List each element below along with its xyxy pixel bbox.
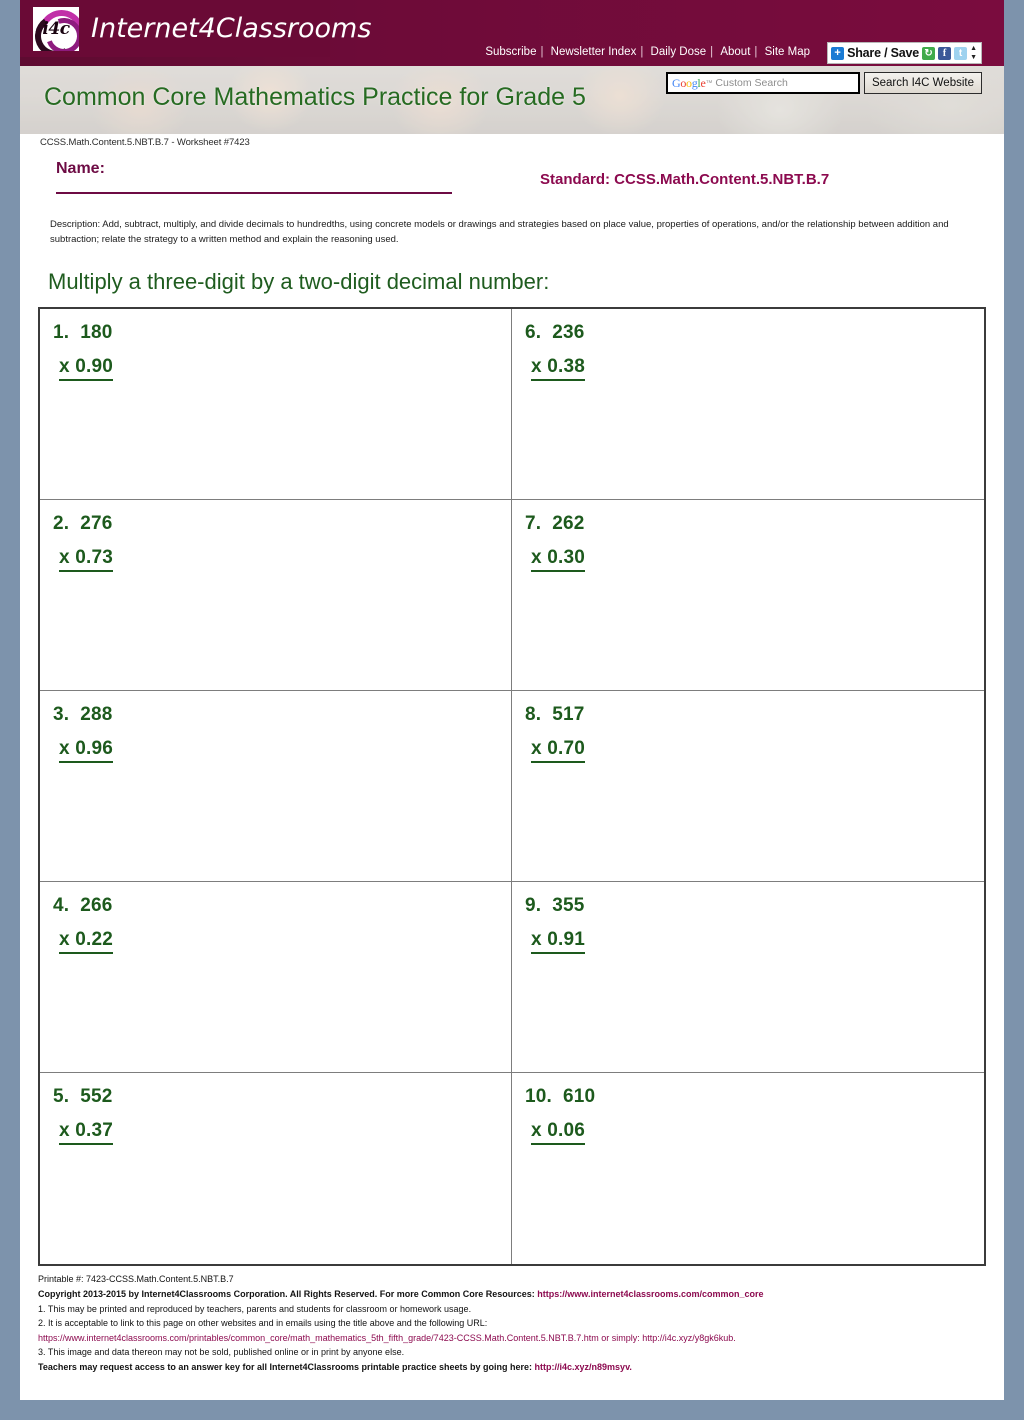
standard-label: Standard: CCSS.Math.Content.5.NBT.B.7 (540, 171, 830, 188)
instruction-heading: Multiply a three-digit by a two-digit de… (48, 269, 550, 295)
search-input[interactable]: Google ™ Custom Search (665, 72, 860, 94)
twitter-icon[interactable]: t (954, 46, 968, 60)
problem-cell-3: 3. 288 x 0.96 (40, 691, 512, 883)
footer-note-2: 2. It is acceptable to link to this page… (38, 1318, 488, 1329)
problem-bottom-line: x 0.30 (531, 547, 586, 573)
problem-cell-1: 1. 180 x 0.90 (40, 309, 512, 501)
standard-description: Description: Add, subtract, multiply, an… (50, 219, 949, 245)
brand-name: Internet4Classrooms (91, 13, 372, 44)
nav-item-site-map[interactable]: Site Map (763, 46, 812, 58)
google-logo-icon: Google (671, 75, 706, 90)
nav-item-about[interactable]: About (718, 46, 752, 58)
search-placeholder: Custom Search (715, 77, 788, 89)
answer-key-link[interactable]: http://i4c.xyz/n89msyv. (535, 1362, 632, 1372)
nav-item-subscribe[interactable]: Subscribe (483, 46, 538, 58)
page-banner: Common Core Mathematics Practice for Gra… (20, 66, 1004, 134)
problem-top-line: 3. 288 (53, 704, 113, 726)
problem-bottom-line: x 0.38 (531, 356, 586, 382)
chevron-down-icon: ▼ (970, 54, 977, 61)
problem-top-line: 10. 610 (525, 1086, 596, 1108)
problem-top-line: 8. 517 (525, 704, 585, 726)
problem-top-line: 9. 355 (525, 895, 585, 917)
chevron-up-icon: ▲ (970, 45, 977, 52)
problem-top-line: 1. 180 (53, 322, 113, 344)
logo-text: i4c (42, 18, 70, 39)
i4c-logo-icon: i4c (33, 6, 79, 51)
nav-separator: | (540, 46, 544, 58)
name-write-line[interactable] (56, 192, 452, 194)
nav-separator: | (640, 46, 644, 58)
problem-cell-4: 4. 266 x 0.22 (40, 882, 512, 1074)
problem-cell-10: 10. 610 x 0.06 (512, 1073, 984, 1264)
problems-grid: 1. 180 x 0.90 6. 236 x 0.38 2. 276 x 0.7… (38, 307, 986, 1267)
answer-key-line: Teachers may request access to an answer… (38, 1360, 986, 1375)
page-footer: Printable #: 7423-CCSS.Math.Content.5.NB… (38, 1272, 986, 1374)
problem-cell-7: 7. 262 x 0.30 (512, 500, 984, 692)
facebook-icon[interactable]: f (938, 46, 952, 60)
problem-bottom-line: x 0.96 (59, 738, 114, 764)
copyright-line: Copyright 2013-2015 by Internet4Classroo… (38, 1287, 986, 1302)
problem-bottom-line: x 0.70 (531, 738, 586, 764)
common-core-link[interactable]: https://www.internet4classrooms.com/comm… (537, 1289, 763, 1299)
page-title: Common Core Mathematics Practice for Gra… (44, 83, 586, 111)
name-label: Name: (56, 160, 105, 177)
search-button[interactable]: Search I4C Website (863, 72, 982, 94)
problem-top-line: 6. 236 (525, 322, 585, 344)
problem-bottom-line: x 0.90 (59, 356, 114, 382)
trademark-symbol: ™ (705, 79, 713, 87)
site-header: i4c Internet4Classrooms Subscribe | Newsl… (20, 0, 1004, 66)
printable-id: Printable #: 7423-CCSS.Math.Content.5.NB… (38, 1274, 234, 1285)
problem-top-line: 2. 276 (53, 513, 113, 535)
footer-note-3: 3. This image and data thereon may not b… (38, 1347, 405, 1358)
top-navigation: Subscribe | Newsletter Index | Daily Dose |… (483, 46, 812, 58)
share-save-label: Share / Save (847, 46, 920, 60)
problem-bottom-line: x 0.91 (531, 929, 586, 955)
nav-item-newsletter-index[interactable]: Newsletter Index (549, 46, 639, 58)
search-area: Google ™ Custom Search Search I4C Website (665, 72, 982, 94)
share-more-icon[interactable]: ▲ ▼ (970, 44, 977, 62)
name-standard-row: Name: Standard: CCSS.Math.Content.5.NBT.… (20, 156, 1004, 210)
problem-bottom-line: x 0.37 (59, 1120, 114, 1146)
nav-separator: | (754, 46, 758, 58)
share-save-widget[interactable]: + Share / Save ↻ f t ▲ ▼ (827, 42, 982, 64)
worksheet-page: i4c Internet4Classrooms Subscribe | Newsl… (20, 0, 1004, 1400)
nav-item-daily-dose[interactable]: Daily Dose (649, 46, 709, 58)
problem-cell-6: 6. 236 x 0.38 (512, 309, 984, 501)
recycle-icon[interactable]: ↻ (922, 46, 936, 60)
problem-top-line: 5. 552 (53, 1086, 113, 1108)
footer-note-1: 1. This may be printed and reproduced by… (38, 1303, 472, 1314)
answer-key-text: Teachers may request access to an answer… (38, 1361, 535, 1372)
brand-block[interactable]: i4c Internet4Classrooms (20, 0, 371, 57)
problem-bottom-line: x 0.73 (59, 547, 114, 573)
problem-cell-9: 9. 355 x 0.91 (512, 882, 984, 1074)
copyright-text: Copyright 2013-2015 by Internet4Classroo… (38, 1289, 538, 1300)
problem-bottom-line: x 0.06 (531, 1120, 586, 1146)
worksheet-id: CCSS.Math.Content.5.NBT.B.7 - Worksheet … (40, 137, 250, 148)
problem-top-line: 4. 266 (53, 895, 113, 917)
share-plus-icon[interactable]: + (831, 46, 845, 60)
problem-cell-5: 5. 552 x 0.37 (40, 1073, 512, 1265)
problem-top-line: 7. 262 (525, 513, 585, 535)
problem-cell-2: 2. 276 x 0.73 (40, 500, 512, 692)
printable-url-link[interactable]: https://www.internet4classrooms.com/prin… (38, 1333, 736, 1343)
problem-cell-8: 8. 517 x 0.70 (512, 691, 984, 883)
problem-bottom-line: x 0.22 (59, 929, 114, 955)
nav-separator: | (710, 46, 714, 58)
